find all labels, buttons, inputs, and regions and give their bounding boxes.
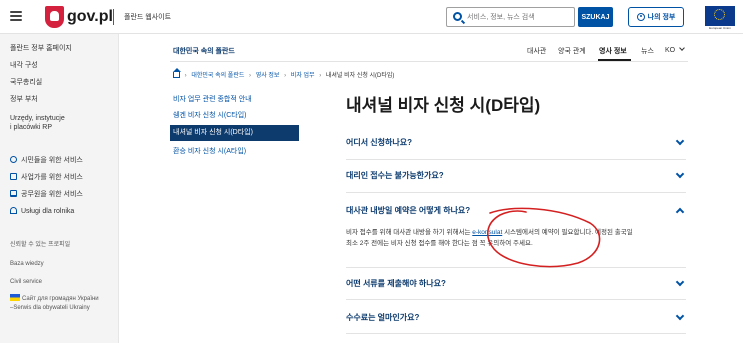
sidebar-link-pm-office[interactable]: 국무총리실: [10, 78, 42, 87]
embassy-link[interactable]: 대한민국 속의 폴란드: [173, 46, 235, 56]
page-title: 내셔널 비자 신청 시(D타입): [346, 96, 541, 115]
chevron-down-icon: [679, 45, 685, 51]
breadcrumb-current: 내셔널 비자 신청 시(D타입): [325, 73, 395, 79]
sidebar-link-gov-home[interactable]: 폴란드 정부 홈페이지: [10, 44, 72, 53]
subnav-schengen-visa[interactable]: 쉥겐 비자 신청 시(C타입): [170, 111, 299, 120]
accordion-divider: [346, 333, 686, 334]
eu-label: European Union: [709, 26, 731, 30]
government-icon: [10, 190, 17, 197]
chevron-down-icon: [675, 277, 685, 287]
search-box[interactable]: [446, 7, 575, 27]
accordion-question-fee[interactable]: 수수료는 얼마인가요?: [346, 311, 686, 323]
subnav-visa-general[interactable]: 비자 업무 관련 종합적 안내: [170, 95, 299, 104]
top-bar: gov.pl 폴란드 웹사이트 SZUKAJ 나의 정부 European Un…: [0, 0, 743, 34]
accordion-question-label: 어떤 서류를 제출해야 하나요?: [346, 279, 446, 288]
accordion-question-label: 대사관 내방일 예약은 어떻게 하나요?: [346, 206, 471, 215]
nav-consular[interactable]: 영사 정보: [599, 46, 627, 56]
accordion-question-label: 수수료는 얼마인가요?: [346, 313, 420, 322]
language-label: KO: [665, 47, 676, 54]
sidebar-link-offices-line1: Urzędy, instytucje: [10, 115, 65, 122]
nav-embassy[interactable]: 대사관: [527, 46, 546, 56]
sidebar-item-label: 시민들을 위한 서비스: [21, 157, 83, 164]
search-input[interactable]: [467, 10, 572, 25]
site-name: 폴란드 웹사이트: [124, 14, 172, 21]
sidebar-item-label: 사업가를 위한 서비스: [21, 174, 83, 181]
breadcrumb-item[interactable]: 비자 업무: [291, 73, 315, 79]
answer-text: 비자 접수를 위해 대사관 내방을 하기 위해서는: [346, 229, 473, 236]
sidebar-link-ukraine[interactable]: Сайт для громадян України –Serwis dla ob…: [10, 294, 99, 313]
home-icon[interactable]: [173, 68, 181, 78]
agriculture-icon: [10, 207, 17, 214]
accordion-divider: [346, 299, 686, 300]
answer-text: 최소 2주 전에는 비자 신청 접수를 해야 한다는 점 꼭 유의하여 주세요.: [346, 240, 533, 247]
person-icon: [10, 156, 17, 163]
breadcrumb-separator: ›: [249, 73, 252, 79]
chevron-down-icon: [675, 136, 685, 146]
eu-flag-icon: [705, 6, 735, 26]
accordion-divider: [346, 267, 686, 268]
accordion-answer: 비자 접수를 위해 대사관 내방을 하기 위해서는 e-konsulat 시스템…: [346, 227, 684, 249]
chevron-down-icon: [675, 169, 685, 179]
account-label: 나의 정부: [647, 14, 676, 21]
ukraine-line2: –Serwis dla obywateli Ukrainy: [10, 305, 90, 311]
chevron-up-icon: [675, 207, 685, 217]
subnav-transit-visa[interactable]: 환승 비자 신청 시(A타입): [170, 147, 299, 156]
search-icon: [453, 12, 462, 21]
sidebar-item-farmers[interactable]: Usługi dla rolnika: [10, 207, 74, 216]
briefcase-icon: [10, 173, 17, 180]
sidebar-section-label: 신뢰할 수 있는 프로피일: [10, 242, 71, 248]
accordion-divider: [346, 159, 686, 160]
sidebar-item-officials[interactable]: 공무원을 위한 서비스: [10, 190, 83, 199]
sidebar-item-citizens[interactable]: 시민들을 위한 서비스: [10, 156, 83, 165]
e-konsulat-link[interactable]: e-konsulat: [472, 229, 502, 236]
logo-divider: [113, 9, 114, 25]
accordion-question-label: 어디서 신청하나요?: [346, 138, 412, 147]
breadcrumb: › 대한민국 속의 폴란드 › 영사 정보 › 비자 업무 › 내셔널 비자 신…: [173, 68, 395, 79]
sidebar-link-offices-line2: i placówki RP: [10, 124, 53, 131]
answer-text: 시스템에서의 예약이 필요합니다. 예정된 출국일: [502, 229, 633, 236]
search-button[interactable]: SZUKAJ: [578, 7, 613, 27]
sidebar-item-business[interactable]: 사업가를 위한 서비스: [10, 173, 83, 182]
nav-news[interactable]: 뉴스: [641, 46, 654, 56]
account-button[interactable]: 나의 정부: [628, 7, 684, 27]
breadcrumb-item[interactable]: 영사 정보: [256, 73, 280, 79]
sidebar-item-label: Usługi dla rolnika: [21, 208, 75, 215]
accordion-question-proxy[interactable]: 대리인 접수는 불가능한가요?: [346, 169, 686, 181]
ukraine-line1: Сайт для громадян України: [22, 296, 99, 302]
subnav-national-visa[interactable]: 내셔널 비자 신청 시(D타입): [170, 125, 299, 141]
accordion-question-where[interactable]: 어디서 신청하나요?: [346, 136, 686, 148]
nav-relations[interactable]: 양국 관계: [558, 46, 586, 56]
chevron-down-icon: [675, 311, 685, 321]
menu-icon[interactable]: [10, 11, 22, 21]
sidebar: 폴란드 정부 홈페이지 내각 구성 국무총리실 정부 부처 Urzędy, in…: [0, 34, 119, 343]
accordion-divider: [346, 192, 686, 193]
breadcrumb-separator: ›: [184, 73, 187, 79]
account-icon: [636, 13, 645, 21]
accordion-question-appointment[interactable]: 대사관 내방일 예약은 어떻게 하나요?: [346, 205, 686, 217]
ukraine-flag-icon: [10, 294, 20, 301]
breadcrumb-separator: ›: [319, 73, 322, 79]
breadcrumb-item[interactable]: 대한민국 속의 폴란드: [191, 73, 244, 79]
language-selector[interactable]: KO: [665, 45, 685, 54]
nav-divider: [170, 61, 688, 62]
emblem-icon[interactable]: [45, 6, 64, 28]
sidebar-link-offices[interactable]: Urzędy, instytucje i placówki RP: [10, 114, 65, 132]
sidebar-link-cabinet[interactable]: 내각 구성: [10, 61, 38, 70]
logo-text[interactable]: gov.pl: [67, 8, 113, 26]
breadcrumb-separator: ›: [284, 73, 287, 79]
sidebar-link-civil-service[interactable]: Civil service: [10, 278, 42, 287]
accordion-question-documents[interactable]: 어떤 서류를 제출해야 하나요?: [346, 277, 686, 289]
sidebar-item-label: 공무원을 위한 서비스: [21, 191, 83, 198]
sidebar-link-ministries[interactable]: 정부 부처: [10, 95, 38, 104]
sidebar-link-knowledge-base[interactable]: Baza wiedzy: [10, 260, 44, 269]
accordion-question-label: 대리인 접수는 불가능한가요?: [346, 171, 444, 180]
